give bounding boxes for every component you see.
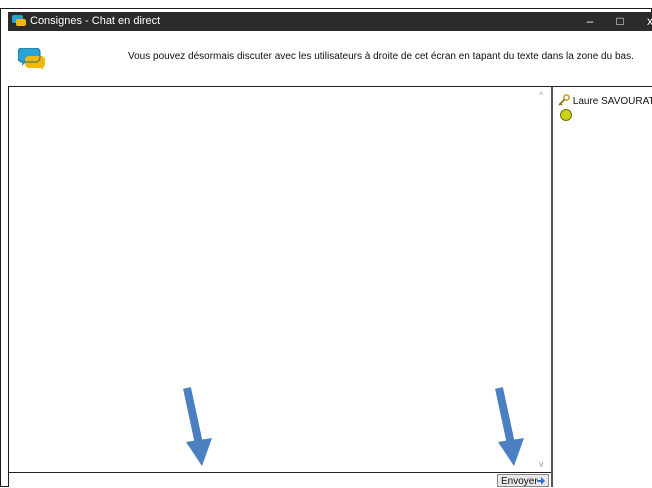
user-item[interactable]: Laure SAVOURAT: [558, 94, 652, 107]
send-button[interactable]: Envoyer: [497, 474, 549, 487]
users-panel: Laure SAVOURAT: [553, 87, 652, 487]
chat-bubbles-icon: [18, 48, 45, 70]
message-input[interactable]: [14, 473, 494, 487]
send-button-label: Envoyer: [501, 476, 538, 487]
user-status-dot: [560, 109, 572, 121]
title-bar: Consignes - Chat en direct – □ x: [8, 12, 652, 31]
send-arrow-icon: [537, 477, 545, 485]
chat-messages-area[interactable]: [9, 87, 536, 472]
message-input-bar: Envoyer: [9, 472, 551, 488]
user-name: Laure SAVOURAT: [572, 96, 652, 107]
key-icon: [558, 94, 570, 106]
info-message: Vous pouvez désormais discuter avec les …: [128, 51, 634, 62]
chat-scrollbar[interactable]: ^ v: [537, 87, 551, 472]
window-title: Consignes - Chat en direct: [30, 15, 161, 27]
annotation-arrow-input-icon: [183, 387, 212, 466]
chat-app-icon: [12, 15, 26, 26]
scroll-down-arrow[interactable]: v: [539, 459, 544, 469]
scroll-up-arrow[interactable]: ^: [539, 90, 543, 100]
info-header: Vous pouvez désormais discuter avec les …: [8, 31, 652, 87]
close-button[interactable]: x: [632, 12, 652, 31]
annotation-arrow-send-icon: [495, 387, 524, 466]
top-strip: [0, 0, 652, 9]
